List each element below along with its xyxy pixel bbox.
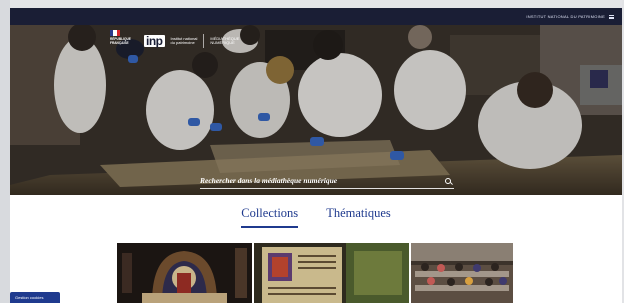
tab-collections[interactable]: Collections <box>241 206 299 228</box>
section-tabs: Collections Thématiques <box>10 206 622 228</box>
collection-card[interactable] <box>411 243 513 303</box>
hero-photo-restorers <box>10 25 622 195</box>
browser-viewport: INSTITUT NATIONAL DU PATRIMOINE RÉPUBLIQ… <box>10 8 622 303</box>
page-background <box>0 0 10 303</box>
rf-logo-text: RÉPUBLIQUE FRANÇAISE <box>110 37 131 45</box>
stained-glass-image <box>117 243 252 303</box>
hero-banner: RÉPUBLIQUE FRANÇAISE inp Institut nation… <box>10 25 622 195</box>
inp-logo[interactable]: inp <box>144 35 165 47</box>
institution-topbar: INSTITUT NATIONAL DU PATRIMOINE <box>10 8 622 25</box>
cookie-management-button[interactable]: Gestion cookies <box>10 292 60 303</box>
inp-subtitle: Institut national du patrimoine <box>170 36 198 46</box>
inp-subtitle-line2: du patrimoine <box>170 40 195 45</box>
mediatheque-line2: NUMÉRIQUE <box>210 40 235 45</box>
search-input[interactable]: Rechercher dans la médiathèque numérique <box>200 176 337 185</box>
reading-room-image <box>411 243 513 303</box>
search-icon[interactable] <box>445 177 451 184</box>
collections-gallery <box>117 243 513 303</box>
institution-link[interactable]: INSTITUT NATIONAL DU PATRIMOINE <box>526 14 605 19</box>
mediatheque-title: MÉDIATHÈQUE NUMÉRIQUE <box>210 36 239 46</box>
republique-francaise-logo[interactable]: RÉPUBLIQUE FRANÇAISE <box>110 30 138 52</box>
manuscript-page-image <box>254 243 409 303</box>
flag-icon <box>110 30 120 36</box>
header-logos: RÉPUBLIQUE FRANÇAISE inp Institut nation… <box>110 28 239 54</box>
tab-thematiques[interactable]: Thématiques <box>326 206 391 228</box>
search-bar[interactable]: Rechercher dans la médiathèque numérique <box>200 173 454 189</box>
menu-icon[interactable] <box>609 14 614 19</box>
collection-card[interactable] <box>254 243 409 303</box>
logo-divider <box>203 34 205 48</box>
collection-card[interactable] <box>117 243 252 303</box>
